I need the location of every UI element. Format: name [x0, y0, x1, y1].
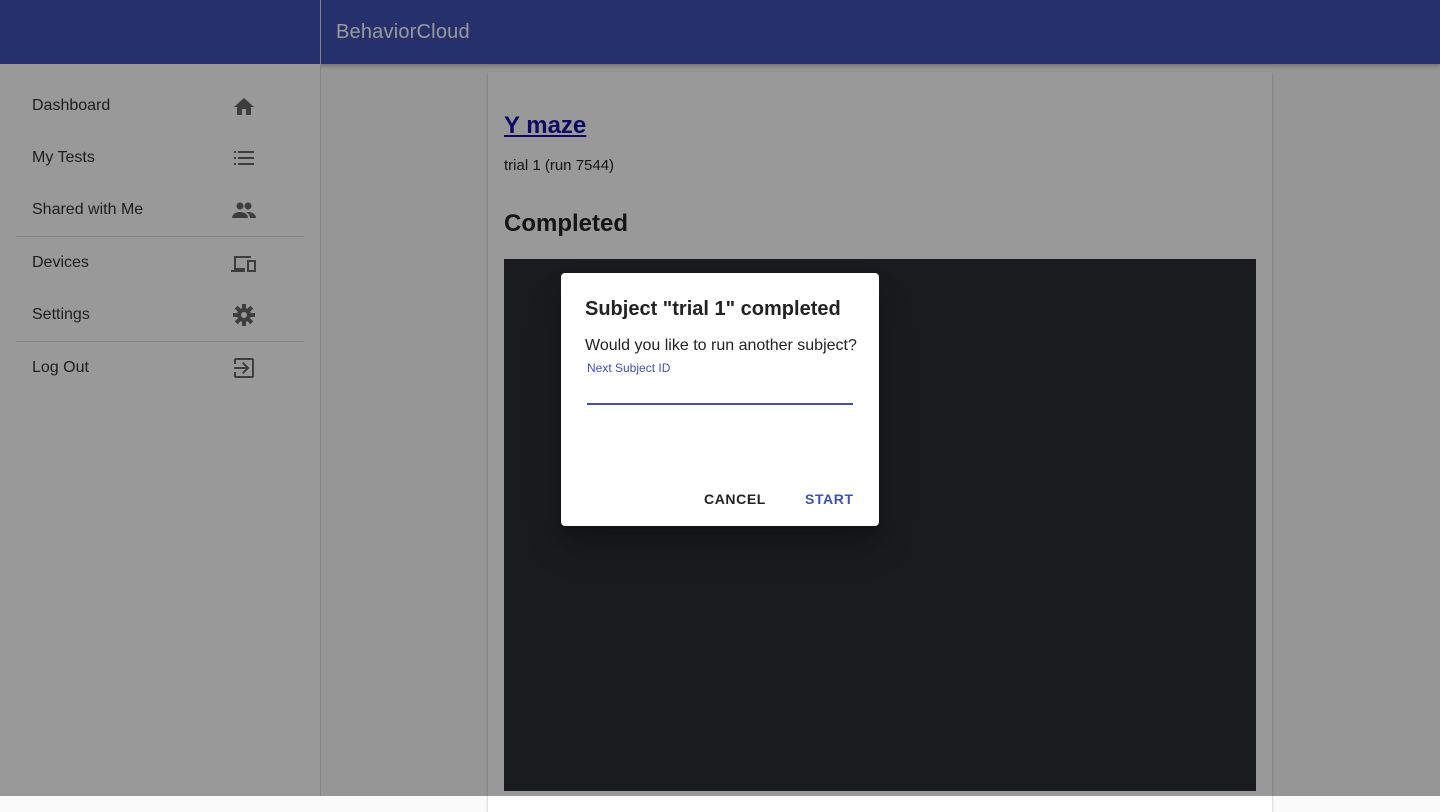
next-subject-id-label: Next Subject ID	[587, 361, 671, 375]
next-subject-dialog: Subject "trial 1" completed Would you li…	[561, 273, 879, 526]
next-subject-id-input[interactable]	[587, 377, 853, 405]
cancel-button[interactable]: CANCEL	[704, 485, 766, 513]
start-button[interactable]: START	[805, 485, 854, 513]
dialog-message: Would you like to run another subject?	[585, 337, 857, 354]
dialog-title: Subject "trial 1" completed	[585, 298, 841, 320]
